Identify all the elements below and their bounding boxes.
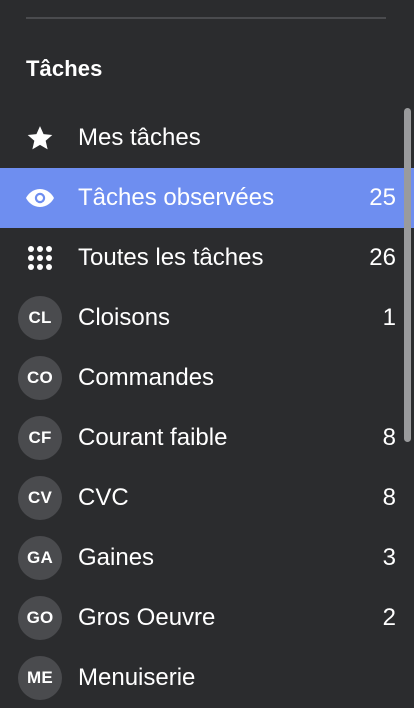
avatar: CV [18,476,62,520]
nav-item-label: Mes tâches [78,124,201,151]
nav-item-cvc[interactable]: CV CVC 8 [0,468,414,528]
top-divider [26,17,386,19]
star-icon [18,116,62,160]
nav-item-commandes[interactable]: CO Commandes [0,348,414,408]
avatar: GA [18,536,62,580]
nav-item-count: 2 [382,604,396,631]
eye-icon [18,176,62,220]
avatar: CF [18,416,62,460]
nav-item-label: Commandes [78,364,215,391]
nav-item-count: 3 [382,544,396,571]
scrollbar-thumb[interactable] [404,108,411,442]
nav-item-label: Courant faible [78,424,228,451]
nav-item-gaines[interactable]: GA Gaines 3 [0,528,414,588]
nav-item-toutes-les-taches[interactable]: Toutes les tâches 26 [0,228,414,288]
section-title: Tâches [26,56,103,81]
avatar: CL [18,296,62,340]
nav-item-label: Gros Oeuvre [78,604,216,631]
nav-item-mes-taches[interactable]: Mes tâches [0,108,414,168]
task-list: Mes tâches Tâches observées 25 Toutes le… [0,108,414,708]
grid-icon [18,236,62,280]
nav-item-courant-faible[interactable]: CF Courant faible 8 [0,408,414,468]
nav-item-menuiserie[interactable]: ME Menuiserie [0,648,414,708]
nav-item-label: Toutes les tâches [78,244,264,271]
nav-item-label: Gaines [78,544,155,571]
nav-item-label: Tâches observées [78,184,275,211]
nav-item-label: Menuiserie [78,664,196,691]
nav-item-taches-observees[interactable]: Tâches observées 25 [0,168,414,228]
nav-item-label: Cloisons [78,304,171,331]
nav-item-gros-oeuvre[interactable]: GO Gros Oeuvre 2 [0,588,414,648]
avatar: ME [18,656,62,700]
nav-item-count: 26 [369,244,396,271]
avatar: CO [18,356,62,400]
nav-item-count: 8 [382,424,396,451]
nav-item-label: CVC [78,484,129,511]
nav-item-count: 8 [382,484,396,511]
nav-item-count: 1 [382,304,396,331]
nav-item-count: 25 [369,184,396,211]
nav-item-cloisons[interactable]: CL Cloisons 1 [0,288,414,348]
avatar: GO [18,596,62,640]
